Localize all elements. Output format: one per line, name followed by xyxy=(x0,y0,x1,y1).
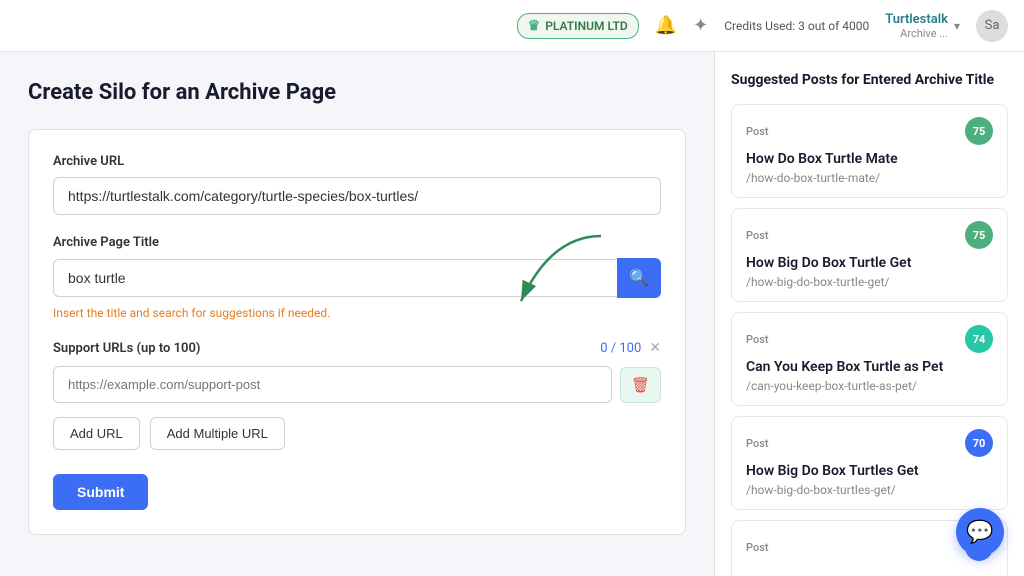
archive-url-input[interactable] xyxy=(53,177,661,215)
search-button[interactable]: 🔍 xyxy=(617,258,661,298)
main-content: Create Silo for an Archive Page Archive … xyxy=(0,52,714,576)
close-icon[interactable]: ✕ xyxy=(649,340,661,356)
post-score: 75 xyxy=(965,117,993,145)
url-input-row: 🗑 xyxy=(53,366,661,403)
main-layout: Create Silo for an Archive Page Archive … xyxy=(0,52,1024,576)
brightness-icon[interactable]: ✦ xyxy=(693,15,708,36)
post-card[interactable]: Post 75 How Big Do Box Turtle Get /how-b… xyxy=(731,208,1008,302)
post-title: How Do Box Turtle Mate xyxy=(746,151,993,167)
account-name: Turtlestalk xyxy=(885,12,948,27)
search-icon: 🔍 xyxy=(629,268,649,288)
post-score: 75 xyxy=(965,221,993,249)
archive-url-group: Archive URL xyxy=(53,154,661,215)
post-score: 70 xyxy=(965,429,993,457)
avatar-initials: Sa xyxy=(985,18,1000,33)
archive-url-label: Archive URL xyxy=(53,154,661,169)
account-dropdown[interactable]: Turtlestalk Archive ... ▾ xyxy=(885,12,960,40)
support-url-input[interactable] xyxy=(53,366,612,403)
plan-label: PLATINUM LTD xyxy=(545,19,628,33)
delete-url-button[interactable]: 🗑 xyxy=(620,367,661,403)
notification-icon[interactable]: 🔔 xyxy=(655,15,677,36)
post-title: How Big Do Box Turtle Get xyxy=(746,255,993,271)
post-card-top: Post 75 xyxy=(746,117,993,145)
archive-title-input[interactable] xyxy=(53,259,617,297)
suggestions-sidebar: Suggested Posts for Entered Archive Titl… xyxy=(714,52,1024,576)
support-urls-header: Support URLs (up to 100) 0 / 100 ✕ xyxy=(53,340,661,356)
post-card-top: Post 74 xyxy=(746,325,993,353)
post-title: ... xyxy=(746,567,993,576)
post-label: Post xyxy=(746,229,769,242)
add-buttons: Add URL Add Multiple URL xyxy=(53,417,661,450)
support-urls-label: Support URLs (up to 100) xyxy=(53,341,200,356)
add-url-button[interactable]: Add URL xyxy=(53,417,140,450)
post-card[interactable]: Post 74 Can You Keep Box Turtle as Pet /… xyxy=(731,312,1008,406)
post-score: 74 xyxy=(965,325,993,353)
trash-icon: 🗑 xyxy=(631,376,650,394)
post-title: How Big Do Box Turtles Get xyxy=(746,463,993,479)
hint-text: Insert the title and search for suggesti… xyxy=(53,306,661,320)
post-url: /how-big-do-box-turtles-get/ xyxy=(746,483,993,497)
chat-bubble[interactable]: 💬 xyxy=(956,508,1004,556)
post-label: Post xyxy=(746,437,769,450)
post-card-top: Post 75 xyxy=(746,221,993,249)
post-title: Can You Keep Box Turtle as Pet xyxy=(746,359,993,375)
account-sub: Archive ... xyxy=(885,27,948,40)
avatar[interactable]: Sa xyxy=(976,10,1008,42)
title-input-row: 🔍 xyxy=(53,258,661,298)
page-title: Create Silo for an Archive Page xyxy=(28,80,686,105)
chevron-down-icon: ▾ xyxy=(954,19,960,33)
post-label: Post xyxy=(746,541,769,554)
post-card-top: Post 70 xyxy=(746,429,993,457)
add-multiple-url-button[interactable]: Add Multiple URL xyxy=(150,417,285,450)
post-url: /how-big-do-box-turtle-get/ xyxy=(746,275,993,289)
credits-text: Credits Used: 3 out of 4000 xyxy=(724,19,869,33)
support-urls-count: 0 / 100 ✕ xyxy=(600,340,661,356)
crown-icon: ♛ xyxy=(528,18,541,34)
post-cards-container: Post 75 How Do Box Turtle Mate /how-do-b… xyxy=(731,104,1008,576)
create-silo-form: Archive URL Archive Page Title 🔍 xyxy=(28,129,686,535)
post-label: Post xyxy=(746,125,769,138)
sidebar-title: Suggested Posts for Entered Archive Titl… xyxy=(731,72,1008,88)
post-card[interactable]: Post 75 How Do Box Turtle Mate /how-do-b… xyxy=(731,104,1008,198)
plan-badge: ♛ PLATINUM LTD xyxy=(517,13,639,39)
archive-title-group: Archive Page Title 🔍 xyxy=(53,235,661,298)
chat-icon: 💬 xyxy=(966,520,993,545)
post-url: /can-you-keep-box-turtle-as-pet/ xyxy=(746,379,993,393)
header: ♛ PLATINUM LTD 🔔 ✦ Credits Used: 3 out o… xyxy=(0,0,1024,52)
post-url: /how-do-box-turtle-mate/ xyxy=(746,171,993,185)
post-card[interactable]: Post 70 How Big Do Box Turtles Get /how-… xyxy=(731,416,1008,510)
submit-button[interactable]: Submit xyxy=(53,474,148,510)
archive-title-label: Archive Page Title xyxy=(53,235,661,250)
post-label: Post xyxy=(746,333,769,346)
